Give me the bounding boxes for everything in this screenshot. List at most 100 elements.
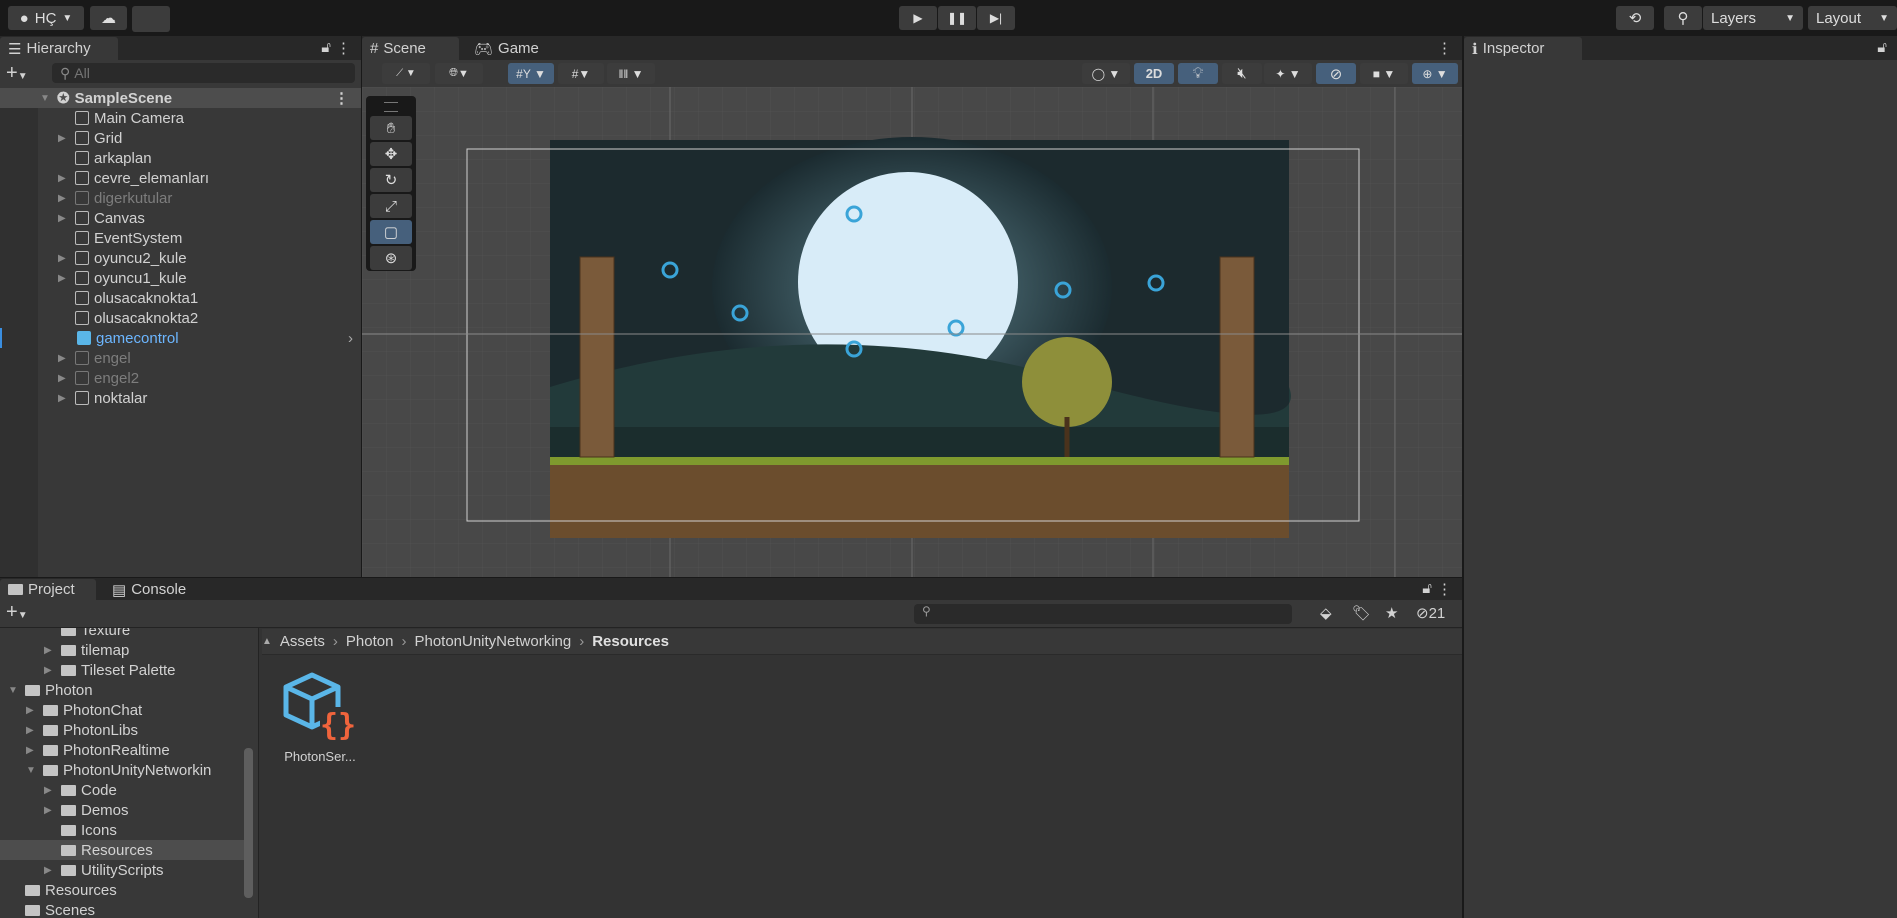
expand-arrow-icon[interactable]: ▶ [58, 373, 70, 384]
project-tree-item[interactable]: ▶ PhotonRealtime [0, 740, 244, 760]
hierarchy-item[interactable]: ▶ noktalar [0, 388, 361, 408]
project-tree-item[interactable]: Icons [0, 820, 244, 840]
hierarchy-item[interactable]: ▶ oyuncu1_kule [0, 268, 361, 288]
play-button[interactable]: ▶ [899, 6, 937, 30]
tab-console[interactable]: ▤ Console [104, 579, 194, 600]
project-tree-item[interactable]: ▶ PhotonLibs [0, 720, 244, 740]
expand-arrow-icon[interactable]: ▶ [44, 645, 56, 656]
effects-dropdown[interactable]: ✦ ▼ [1264, 63, 1312, 84]
snap-button[interactable]: #▼ [558, 63, 604, 84]
breadcrumb-item[interactable]: PhotonUnityNetworking [414, 633, 571, 650]
global-dropdown[interactable]: 🌐︎ ▼ [435, 63, 483, 84]
history-button[interactable]: ⟲ [1616, 6, 1654, 30]
expand-arrow-icon[interactable]: ▶ [26, 745, 38, 756]
expand-arrow-icon[interactable]: ▶ [44, 865, 56, 876]
expand-arrow-icon[interactable]: ▶ [58, 133, 70, 144]
project-tree-item[interactable]: Texture [0, 628, 244, 640]
hidden-packages-button[interactable]: ⊘21 [1416, 604, 1445, 622]
pause-button[interactable]: ❚❚ [938, 6, 976, 30]
collab-button[interactable] [132, 6, 170, 32]
draw-mode-dropdown[interactable]: ⟋ ▼ [382, 63, 430, 84]
project-tree-item[interactable]: ▶ Tileset Palette [0, 660, 244, 680]
project-tree-item[interactable]: ▶ PhotonChat [0, 700, 244, 720]
expand-arrow-icon[interactable]: ▶ [58, 193, 70, 204]
more-icon[interactable]: ⋮ [334, 89, 349, 107]
chevron-right-icon[interactable]: › [348, 330, 353, 347]
increment-snap-button[interactable]: ‖‖ ▼ [607, 63, 655, 84]
hierarchy-item[interactable]: gamecontrol › [0, 328, 361, 348]
step-button[interactable]: ▶| [977, 6, 1015, 30]
lock-icon[interactable]: 🔓︎ [1877, 39, 1887, 56]
hierarchy-search[interactable]: ⚲ [52, 63, 355, 83]
cloud-button[interactable]: ☁ [90, 6, 127, 30]
label-icon[interactable]: 🏷︎ [1352, 604, 1371, 622]
expand-arrow-icon[interactable]: ▶ [44, 665, 56, 676]
breadcrumb-item[interactable]: Resources [592, 633, 669, 650]
project-search[interactable]: ⚲ [914, 604, 1292, 624]
lighting-toggle[interactable]: 💡︎ [1178, 63, 1218, 84]
search-input[interactable] [74, 65, 315, 81]
project-tree-item[interactable]: ▶ tilemap [0, 640, 244, 660]
move-tool[interactable]: ✥ [370, 142, 412, 166]
scene-view[interactable] [362, 87, 1462, 577]
tab-project[interactable]: Project [0, 579, 96, 600]
scale-tool[interactable]: ⤢ [370, 194, 412, 218]
gizmos-dropdown[interactable]: ⊕ ▼ [1412, 63, 1458, 84]
add-button[interactable]: +▼ [6, 62, 28, 85]
tab-game[interactable]: 🎮︎ Game [466, 37, 547, 60]
hierarchy-item[interactable]: olusacaknokta1 [0, 288, 361, 308]
project-tree-item[interactable]: ▼ Photon [0, 680, 244, 700]
hierarchy-item[interactable]: arkaplan [0, 148, 361, 168]
shading-dropdown[interactable]: ◯ ▼ [1082, 63, 1130, 84]
rotate-tool[interactable]: ↻ [370, 168, 412, 192]
rect-tool[interactable]: ▢ [370, 220, 412, 244]
filter-type-icon[interactable]: ⬙ [1320, 604, 1332, 622]
hierarchy-item[interactable]: ▶ Canvas [0, 208, 361, 228]
tree-scrollbar[interactable] [244, 748, 253, 898]
layers-dropdown[interactable]: Layers ▼ [1703, 6, 1803, 30]
hierarchy-item[interactable]: ▶ engel2 [0, 368, 361, 388]
hierarchy-item[interactable]: ▶ digerkutular [0, 188, 361, 208]
account-button[interactable]: ● HÇ ▼ [8, 6, 84, 30]
hierarchy-item[interactable]: ▶ Grid [0, 128, 361, 148]
breadcrumb-item[interactable]: Assets [280, 633, 325, 650]
expand-arrow-icon[interactable]: ▶ [58, 273, 70, 284]
lock-icon[interactable]: 🔓︎ [1422, 580, 1432, 597]
transform-tool[interactable]: ⊛ [370, 246, 412, 270]
expand-arrow-icon[interactable]: ▼ [26, 765, 38, 776]
scroll-up-icon[interactable]: ▲ [262, 636, 272, 647]
visibility-toggle[interactable]: ⊘ [1316, 63, 1356, 84]
expand-arrow-icon[interactable]: ▶ [44, 785, 56, 796]
project-tree-item[interactable]: ▶ Code [0, 780, 244, 800]
project-tree-item[interactable]: Scenes [0, 900, 244, 918]
expand-arrow-icon[interactable]: ▶ [58, 253, 70, 264]
hierarchy-item[interactable]: olusacaknokta2 [0, 308, 361, 328]
search-button[interactable]: ⚲ [1664, 6, 1702, 30]
expand-arrow-icon[interactable]: ▶ [58, 393, 70, 404]
expand-arrow-icon[interactable]: ▼ [8, 685, 20, 696]
hand-tool[interactable]: ✋︎ [370, 116, 412, 140]
expand-arrow-icon[interactable]: ▶ [58, 213, 70, 224]
breadcrumb-item[interactable]: Photon [346, 633, 394, 650]
hierarchy-item[interactable]: ▶ cevre_elemanları [0, 168, 361, 188]
grid-snap-button[interactable]: #Y ▼ [508, 63, 554, 84]
tab-scene[interactable]: # Scene [362, 37, 459, 60]
hierarchy-item[interactable]: ▶ oyuncu2_kule [0, 248, 361, 268]
expand-arrow-icon[interactable]: ▶ [58, 353, 70, 364]
2d-toggle[interactable]: 2D [1134, 63, 1174, 84]
project-tree-item[interactable]: Resources [0, 880, 244, 900]
expand-arrow-icon[interactable]: ▶ [26, 705, 38, 716]
project-tree-item[interactable]: ▶ UtilityScripts [0, 860, 244, 880]
hierarchy-item[interactable]: EventSystem [0, 228, 361, 248]
hierarchy-item[interactable]: ▶ engel [0, 348, 361, 368]
lock-icon[interactable]: 🔓︎ [321, 39, 331, 56]
tab-hierarchy[interactable]: ☰ Hierarchy [0, 37, 118, 60]
audio-toggle[interactable]: 🔇︎ [1222, 63, 1262, 84]
tab-inspector[interactable]: ℹ Inspector [1464, 37, 1582, 60]
asset-item[interactable]: {} PhotonSer... [275, 671, 365, 764]
project-tree-item[interactable]: ▼ PhotonUnityNetworkin [0, 760, 244, 780]
expand-arrow-icon[interactable]: ▶ [44, 805, 56, 816]
more-icon[interactable]: ⋮ [1437, 580, 1452, 598]
more-icon[interactable]: ⋮ [336, 39, 351, 57]
more-icon[interactable]: ⋮ [1437, 39, 1452, 57]
